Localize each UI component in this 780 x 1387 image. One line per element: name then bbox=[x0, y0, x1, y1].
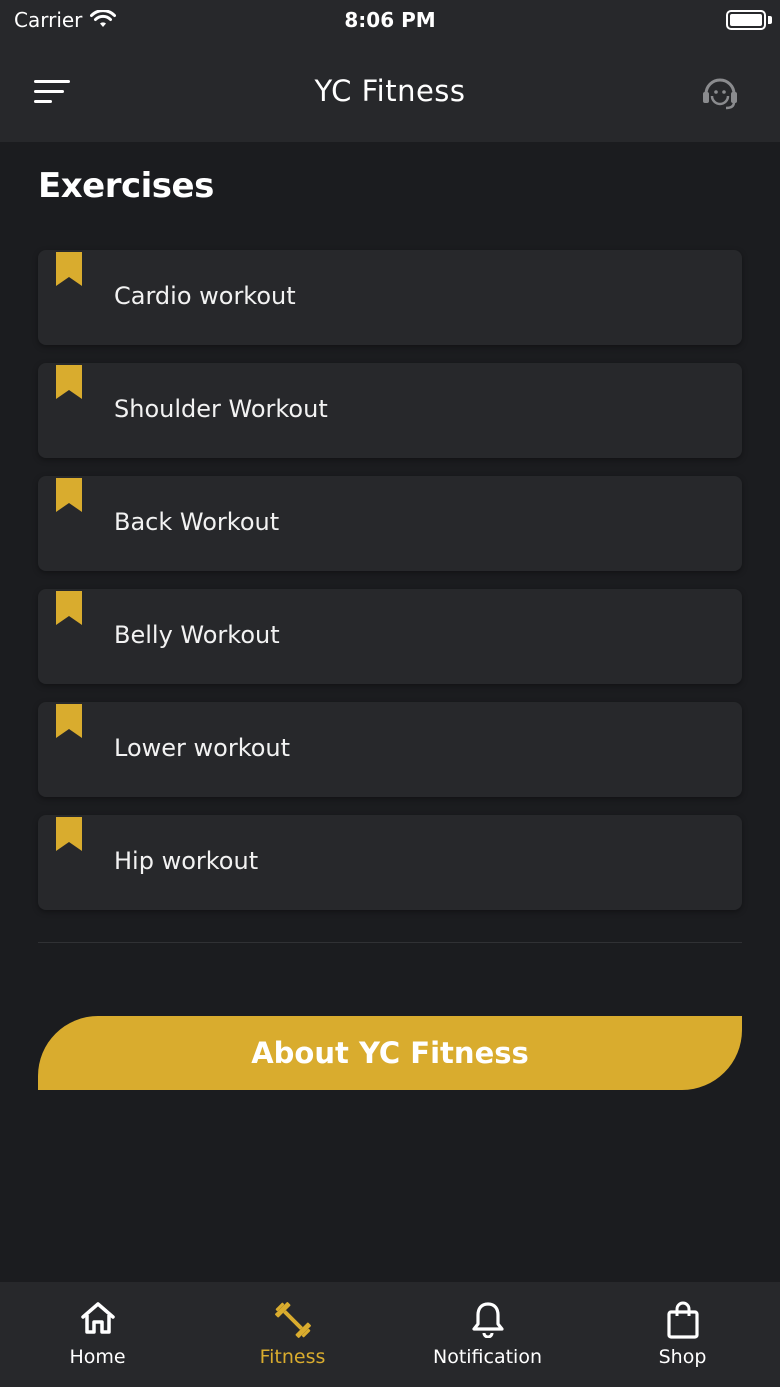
status-time: 8:06 PM bbox=[344, 8, 436, 32]
bookmark-icon bbox=[56, 817, 82, 851]
exercise-label: Lower workout bbox=[114, 734, 291, 762]
exercise-list: Cardio workout Shoulder Workout Back Wor… bbox=[38, 250, 742, 928]
support-button[interactable] bbox=[700, 72, 740, 112]
tab-shop[interactable]: Shop bbox=[585, 1282, 780, 1387]
bottom-tab-bar: Home Fitness Notification Shop bbox=[0, 1282, 780, 1387]
bookmark-icon bbox=[56, 478, 82, 512]
dumbbell-icon bbox=[274, 1302, 311, 1338]
bookmark-icon bbox=[56, 252, 82, 286]
home-icon bbox=[80, 1302, 115, 1334]
shopping-bag-icon bbox=[666, 1301, 699, 1339]
page-title: YC Fitness bbox=[314, 74, 466, 108]
battery-icon bbox=[726, 10, 766, 30]
tab-fitness[interactable]: Fitness bbox=[195, 1282, 390, 1387]
bookmark-icon bbox=[56, 591, 82, 625]
exercise-card-shoulder[interactable]: Shoulder Workout bbox=[38, 363, 742, 458]
about-button[interactable]: About YC Fitness bbox=[38, 1016, 742, 1090]
app-bar: YC Fitness bbox=[0, 44, 780, 142]
tab-home[interactable]: Home bbox=[0, 1282, 195, 1387]
tab-label: Fitness bbox=[259, 1346, 326, 1368]
tab-label: Notification bbox=[432, 1346, 543, 1368]
exercise-label: Cardio workout bbox=[114, 282, 296, 310]
exercise-card-cardio[interactable]: Cardio workout bbox=[38, 250, 742, 345]
status-bar: Carrier 8:06 PM bbox=[0, 0, 780, 44]
tab-label: Home bbox=[69, 1346, 126, 1368]
battery-tip bbox=[768, 16, 772, 24]
exercise-label: Hip workout bbox=[114, 847, 259, 875]
section-title: Exercises bbox=[38, 166, 214, 206]
divider bbox=[38, 942, 742, 943]
exercise-label: Belly Workout bbox=[114, 621, 280, 649]
exercise-card-lower[interactable]: Lower workout bbox=[38, 702, 742, 797]
exercise-card-hip[interactable]: Hip workout bbox=[38, 815, 742, 910]
headset-icon bbox=[703, 78, 737, 110]
tab-label: Shop bbox=[658, 1346, 707, 1368]
bookmark-icon bbox=[56, 365, 82, 399]
tab-notification[interactable]: Notification bbox=[390, 1282, 585, 1387]
exercise-card-back[interactable]: Back Workout bbox=[38, 476, 742, 571]
bell-icon bbox=[471, 1302, 504, 1338]
exercise-card-belly[interactable]: Belly Workout bbox=[38, 589, 742, 684]
exercise-label: Back Workout bbox=[114, 508, 280, 536]
exercise-label: Shoulder Workout bbox=[114, 395, 328, 423]
bookmark-icon bbox=[56, 704, 82, 738]
about-button-label: About YC Fitness bbox=[251, 1036, 529, 1070]
